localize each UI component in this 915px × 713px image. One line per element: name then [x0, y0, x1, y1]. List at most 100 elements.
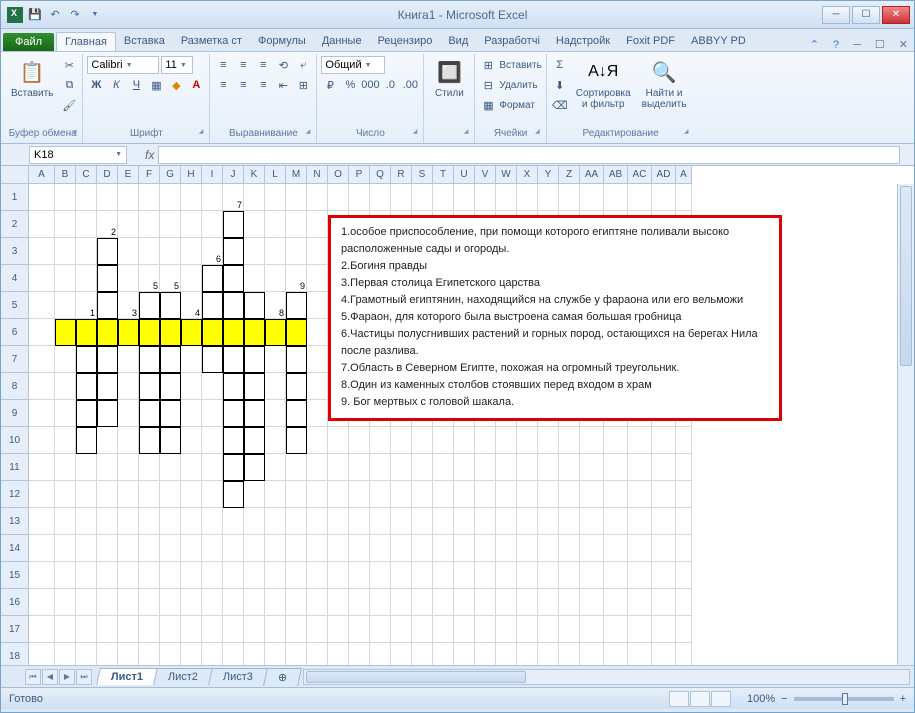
crossword-cell[interactable]	[223, 319, 244, 346]
ribbon-tab-0[interactable]: Главная	[56, 32, 116, 51]
cell[interactable]	[433, 427, 454, 454]
cell[interactable]	[202, 589, 223, 616]
cell[interactable]	[55, 616, 76, 643]
crossword-cell[interactable]	[160, 319, 181, 346]
zoom-slider[interactable]	[794, 697, 894, 701]
row-header[interactable]: 9	[1, 400, 29, 427]
cell[interactable]	[29, 184, 55, 211]
cell[interactable]	[118, 373, 139, 400]
cell[interactable]	[559, 481, 580, 508]
cell[interactable]	[307, 643, 328, 665]
cell[interactable]	[29, 346, 55, 373]
cell[interactable]	[55, 535, 76, 562]
col-header[interactable]: AA	[580, 166, 604, 184]
cell[interactable]	[29, 265, 55, 292]
cell[interactable]	[391, 616, 412, 643]
cell[interactable]	[244, 238, 265, 265]
doc-restore-icon[interactable]: ☐	[869, 38, 891, 51]
cell[interactable]	[55, 427, 76, 454]
cell[interactable]	[628, 562, 652, 589]
cell[interactable]	[202, 616, 223, 643]
cell[interactable]	[349, 184, 370, 211]
cell[interactable]	[160, 211, 181, 238]
cell[interactable]	[307, 427, 328, 454]
cell[interactable]	[604, 454, 628, 481]
ribbon-tab-8[interactable]: Надстройк	[548, 32, 618, 51]
crossword-cell[interactable]	[223, 238, 244, 265]
row-header[interactable]: 2	[1, 211, 29, 238]
cell[interactable]	[265, 562, 286, 589]
row-header[interactable]: 6	[1, 319, 29, 346]
format-cells-icon[interactable]: ▦	[479, 96, 497, 114]
ribbon-tab-9[interactable]: Foxit PDF	[618, 32, 683, 51]
crossword-cell[interactable]	[139, 400, 160, 427]
cell[interactable]	[244, 211, 265, 238]
cell[interactable]	[604, 562, 628, 589]
cell[interactable]	[538, 184, 559, 211]
cell[interactable]	[76, 508, 97, 535]
cell[interactable]	[160, 589, 181, 616]
cell[interactable]	[118, 643, 139, 665]
col-header[interactable]: B	[55, 166, 76, 184]
col-header[interactable]: AD	[652, 166, 676, 184]
crossword-cell[interactable]	[97, 238, 118, 265]
cell[interactable]	[265, 481, 286, 508]
crossword-cell[interactable]	[76, 346, 97, 373]
cell[interactable]	[181, 427, 202, 454]
cell[interactable]	[139, 616, 160, 643]
cell[interactable]	[604, 589, 628, 616]
col-header[interactable]: F	[139, 166, 160, 184]
col-header[interactable]: V	[475, 166, 496, 184]
underline-icon[interactable]: Ч	[127, 76, 145, 94]
row-header[interactable]: 8	[1, 373, 29, 400]
cell[interactable]	[265, 427, 286, 454]
cell[interactable]	[202, 508, 223, 535]
cell[interactable]	[676, 643, 692, 665]
formula-input[interactable]	[158, 146, 900, 164]
redo-icon[interactable]: ↷	[67, 7, 83, 23]
cell[interactable]	[307, 616, 328, 643]
cell[interactable]	[349, 589, 370, 616]
cell[interactable]	[223, 508, 244, 535]
cell[interactable]	[307, 184, 328, 211]
cell[interactable]	[538, 562, 559, 589]
cell[interactable]	[307, 292, 328, 319]
col-header[interactable]: I	[202, 166, 223, 184]
cell[interactable]	[265, 454, 286, 481]
cell[interactable]	[29, 454, 55, 481]
crossword-cell[interactable]	[202, 292, 223, 319]
row-header[interactable]: 11	[1, 454, 29, 481]
cell[interactable]	[202, 562, 223, 589]
col-header[interactable]: J	[223, 166, 244, 184]
crossword-cell[interactable]	[223, 292, 244, 319]
col-header[interactable]: G	[160, 166, 181, 184]
cell[interactable]	[29, 562, 55, 589]
cell[interactable]	[391, 562, 412, 589]
cell[interactable]	[118, 211, 139, 238]
sort-filter-button[interactable]: A↓Я Сортировка и фильтр	[572, 56, 635, 112]
col-header[interactable]: N	[307, 166, 328, 184]
cell[interactable]	[118, 481, 139, 508]
align-right-icon[interactable]: ≡	[254, 76, 272, 94]
select-all-corner[interactable]	[1, 166, 29, 184]
crossword-cell[interactable]	[265, 319, 286, 346]
row-header[interactable]: 13	[1, 508, 29, 535]
cell[interactable]	[628, 535, 652, 562]
insert-cells-icon[interactable]: ⊞	[479, 56, 497, 74]
crossword-cell[interactable]	[202, 319, 223, 346]
cell[interactable]	[517, 616, 538, 643]
cell[interactable]	[454, 184, 475, 211]
cell[interactable]	[181, 589, 202, 616]
cell[interactable]	[433, 481, 454, 508]
cell[interactable]	[628, 427, 652, 454]
crossword-cell[interactable]	[202, 346, 223, 373]
cell[interactable]	[475, 562, 496, 589]
cell[interactable]	[307, 589, 328, 616]
cell[interactable]	[412, 535, 433, 562]
cell[interactable]	[118, 265, 139, 292]
cell[interactable]	[538, 535, 559, 562]
sheet-tab[interactable]: Лист1	[96, 668, 158, 685]
vertical-scrollbar[interactable]	[897, 184, 914, 665]
cell[interactable]	[265, 535, 286, 562]
cell[interactable]	[118, 238, 139, 265]
